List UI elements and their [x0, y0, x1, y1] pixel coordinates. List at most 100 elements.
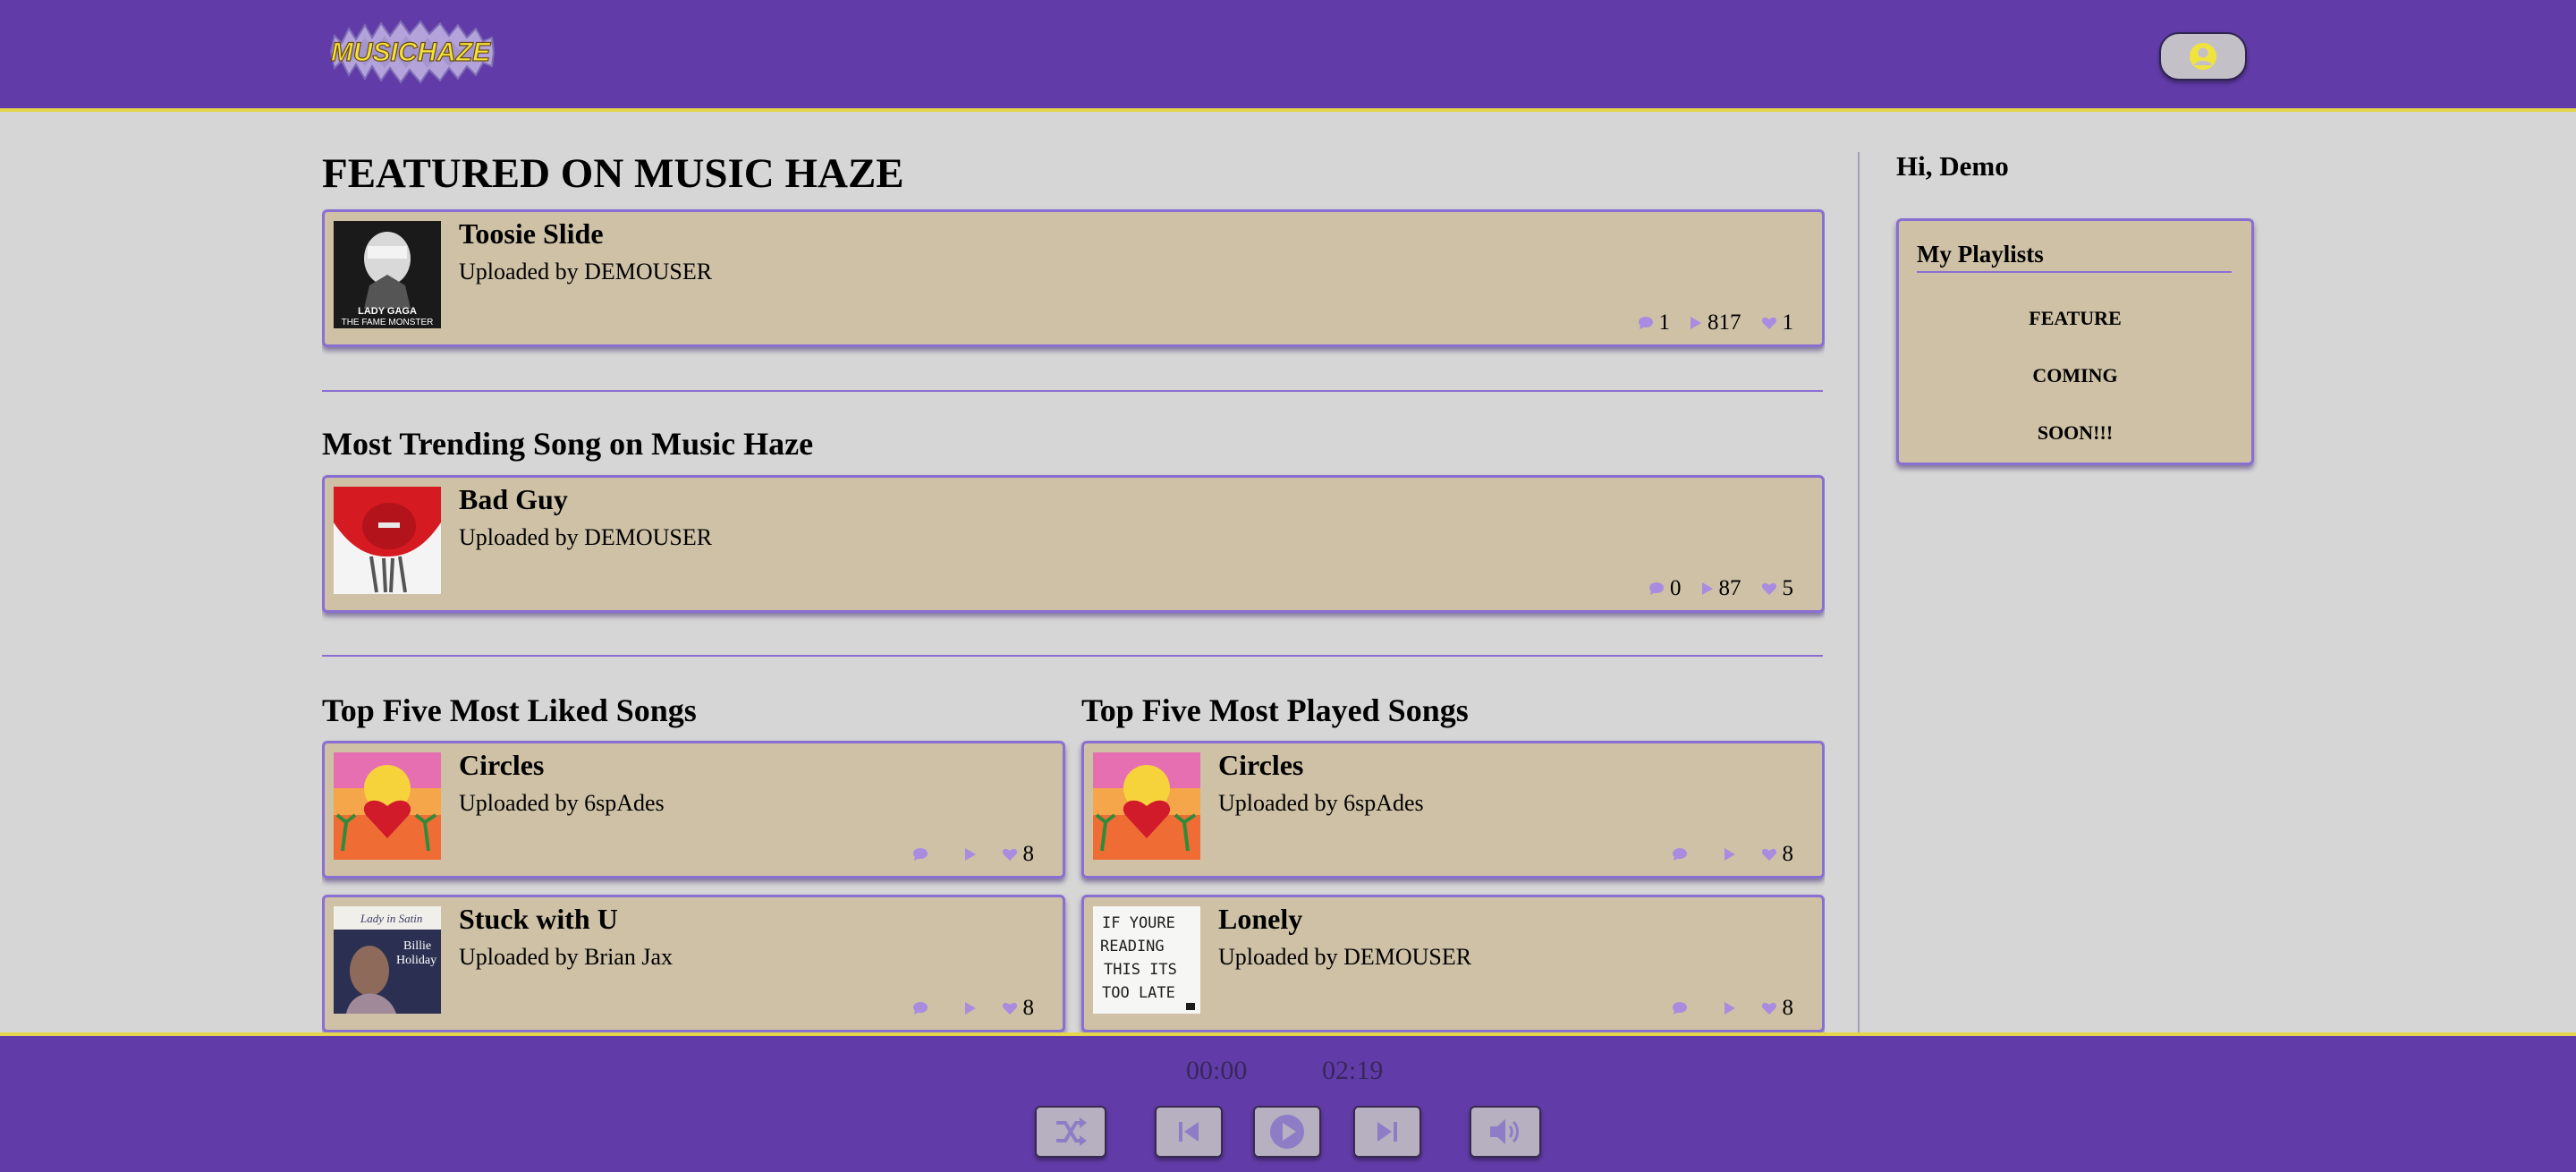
- user-avatar-icon: [2190, 43, 2216, 70]
- like-stat[interactable]: 1: [1761, 310, 1793, 335]
- svg-text:Lady in Satin: Lady in Satin: [360, 912, 422, 925]
- comment-icon: [1649, 582, 1664, 595]
- svg-text:TOO LATE: TOO LATE: [1102, 984, 1175, 1002]
- play-count-icon: [964, 848, 976, 861]
- trending-song-card[interactable]: Bad Guy Uploaded by DEMOUSER 0 87 5: [322, 475, 1825, 613]
- comment-stat[interactable]: [1665, 847, 1693, 862]
- song-uploader: Uploaded by DEMOUSER: [459, 524, 713, 550]
- user-menu-button[interactable]: [2159, 32, 2247, 81]
- shuffle-icon: [1056, 1117, 1087, 1146]
- song-uploader: Uploaded by DEMOUSER: [459, 259, 713, 285]
- top-liked-title: Top Five Most Liked Songs: [322, 692, 697, 728]
- previous-icon: [1179, 1122, 1199, 1142]
- like-count: 8: [1022, 996, 1035, 1020]
- song-stats: 1 817 1: [1638, 310, 1793, 335]
- volume-button[interactable]: [1470, 1106, 1541, 1158]
- song-stats: 8: [905, 842, 1035, 867]
- like-count: 8: [1022, 842, 1035, 866]
- play-stat[interactable]: 817: [1690, 310, 1741, 335]
- player-bar: 00:00 02:19: [0, 1032, 2576, 1172]
- play-stat[interactable]: 87: [1701, 576, 1741, 601]
- song-uploader: Uploaded by 6spAdes: [1218, 790, 1424, 816]
- like-stat[interactable]: 8: [1761, 996, 1794, 1021]
- play-button[interactable]: [1253, 1106, 1321, 1158]
- circles-album-art: [334, 752, 441, 860]
- svg-text:READING: READING: [1100, 938, 1165, 955]
- song-uploader: Uploaded by DEMOUSER: [1218, 944, 1472, 970]
- play-stat[interactable]: [953, 1001, 982, 1015]
- comment-stat[interactable]: [905, 847, 934, 862]
- top-played-title: Top Five Most Played Songs: [1081, 692, 1469, 728]
- comment-icon: [912, 848, 928, 861]
- svg-text:Billie: Billie: [403, 939, 431, 953]
- song-title[interactable]: Lonely: [1218, 903, 1302, 936]
- play-stat[interactable]: [1713, 847, 1741, 862]
- song-uploader: Uploaded by Brian Jax: [459, 944, 674, 970]
- main-content: FEATURED ON MUSIC HAZE LADY GAGA THE FAM…: [322, 112, 1825, 1032]
- playlists-title: My Playlists: [1917, 241, 2044, 268]
- heart-icon: [1002, 848, 1017, 861]
- song-title[interactable]: Stuck with U: [459, 903, 618, 936]
- like-stat[interactable]: 8: [1002, 996, 1035, 1021]
- comment-stat[interactable]: [1665, 1001, 1693, 1015]
- song-stats: 0 87 5: [1648, 576, 1793, 601]
- svg-text:THE FAME MONSTER: THE FAME MONSTER: [342, 318, 434, 327]
- play-count-icon: [964, 1002, 976, 1015]
- shuffle-button[interactable]: [1035, 1106, 1106, 1158]
- play-stat[interactable]: [1713, 1001, 1741, 1015]
- sidebar-divider: [1858, 152, 1860, 1032]
- next-button[interactable]: [1353, 1106, 1421, 1158]
- featured-title: FEATURED ON MUSIC HAZE: [322, 150, 904, 197]
- my-playlists-panel: My Playlists FEATURE COMING SOON!!!: [1896, 218, 2254, 465]
- like-stat[interactable]: 8: [1002, 842, 1035, 867]
- song-title[interactable]: Bad Guy: [459, 483, 568, 516]
- playlist-item[interactable]: FEATURE: [1899, 307, 2251, 330]
- logo-text: MUSICHAZE: [331, 38, 491, 67]
- play-stat[interactable]: [953, 847, 982, 862]
- top-liked-song-card[interactable]: Lady in Satin Billie Holiday Stuck with …: [322, 895, 1065, 1032]
- comment-stat[interactable]: 1: [1638, 310, 1671, 335]
- comment-stat[interactable]: [905, 1001, 934, 1015]
- comment-icon: [912, 1002, 928, 1015]
- like-count: 8: [1782, 842, 1794, 866]
- comment-icon: [1672, 848, 1687, 861]
- heart-icon: [1002, 1002, 1017, 1015]
- play-icon: [1270, 1115, 1304, 1149]
- previous-button[interactable]: [1155, 1106, 1223, 1158]
- heart-icon: [1761, 317, 1776, 329]
- comment-stat[interactable]: 0: [1648, 576, 1682, 601]
- top-liked-song-card[interactable]: Circles Uploaded by 6spAdes 8: [322, 741, 1065, 879]
- like-count: 8: [1782, 996, 1794, 1020]
- song-stats: 8: [1665, 842, 1794, 867]
- like-stat[interactable]: 8: [1761, 842, 1794, 867]
- bad-guy-album-art: [334, 487, 441, 594]
- svg-text:Holiday: Holiday: [396, 954, 436, 967]
- section-divider: [322, 390, 1823, 392]
- play-count-icon: [1701, 582, 1713, 595]
- like-stat[interactable]: 5: [1761, 576, 1793, 601]
- heart-icon: [1761, 1002, 1776, 1015]
- musichaze-logo[interactable]: MUSICHAZE: [322, 16, 499, 88]
- playlist-item[interactable]: SOON!!!: [1899, 421, 2251, 445]
- top-played-song-card[interactable]: Circles Uploaded by 6spAdes 8: [1081, 741, 1825, 879]
- track-duration: 02:19: [1322, 1056, 1384, 1085]
- top-navbar: MUSICHAZE: [0, 0, 2576, 112]
- play-count: 817: [1707, 310, 1741, 335]
- play-count: 87: [1718, 576, 1741, 600]
- song-title[interactable]: Toosie Slide: [459, 217, 604, 251]
- lady-in-satin-album-art: Lady in Satin Billie Holiday: [334, 906, 441, 1014]
- section-divider: [322, 655, 1823, 657]
- heart-icon: [1761, 848, 1776, 861]
- comment-count: 1: [1658, 310, 1671, 335]
- play-count-icon: [1724, 1002, 1735, 1015]
- song-title[interactable]: Circles: [1218, 749, 1303, 782]
- playlist-item[interactable]: COMING: [1899, 364, 2251, 387]
- trending-title: Most Trending Song on Music Haze: [322, 426, 814, 462]
- top-played-song-card[interactable]: IF YOURE READING THIS ITS TOO LATE Lonel…: [1081, 895, 1825, 1032]
- lady-gaga-album-art: LADY GAGA THE FAME MONSTER: [334, 221, 441, 328]
- comment-count: 0: [1670, 576, 1682, 600]
- svg-text:THIS ITS: THIS ITS: [1104, 961, 1177, 979]
- featured-song-card[interactable]: LADY GAGA THE FAME MONSTER Toosie Slide …: [322, 209, 1825, 347]
- song-title[interactable]: Circles: [459, 749, 544, 782]
- user-greeting: Hi, Demo: [1896, 150, 2009, 182]
